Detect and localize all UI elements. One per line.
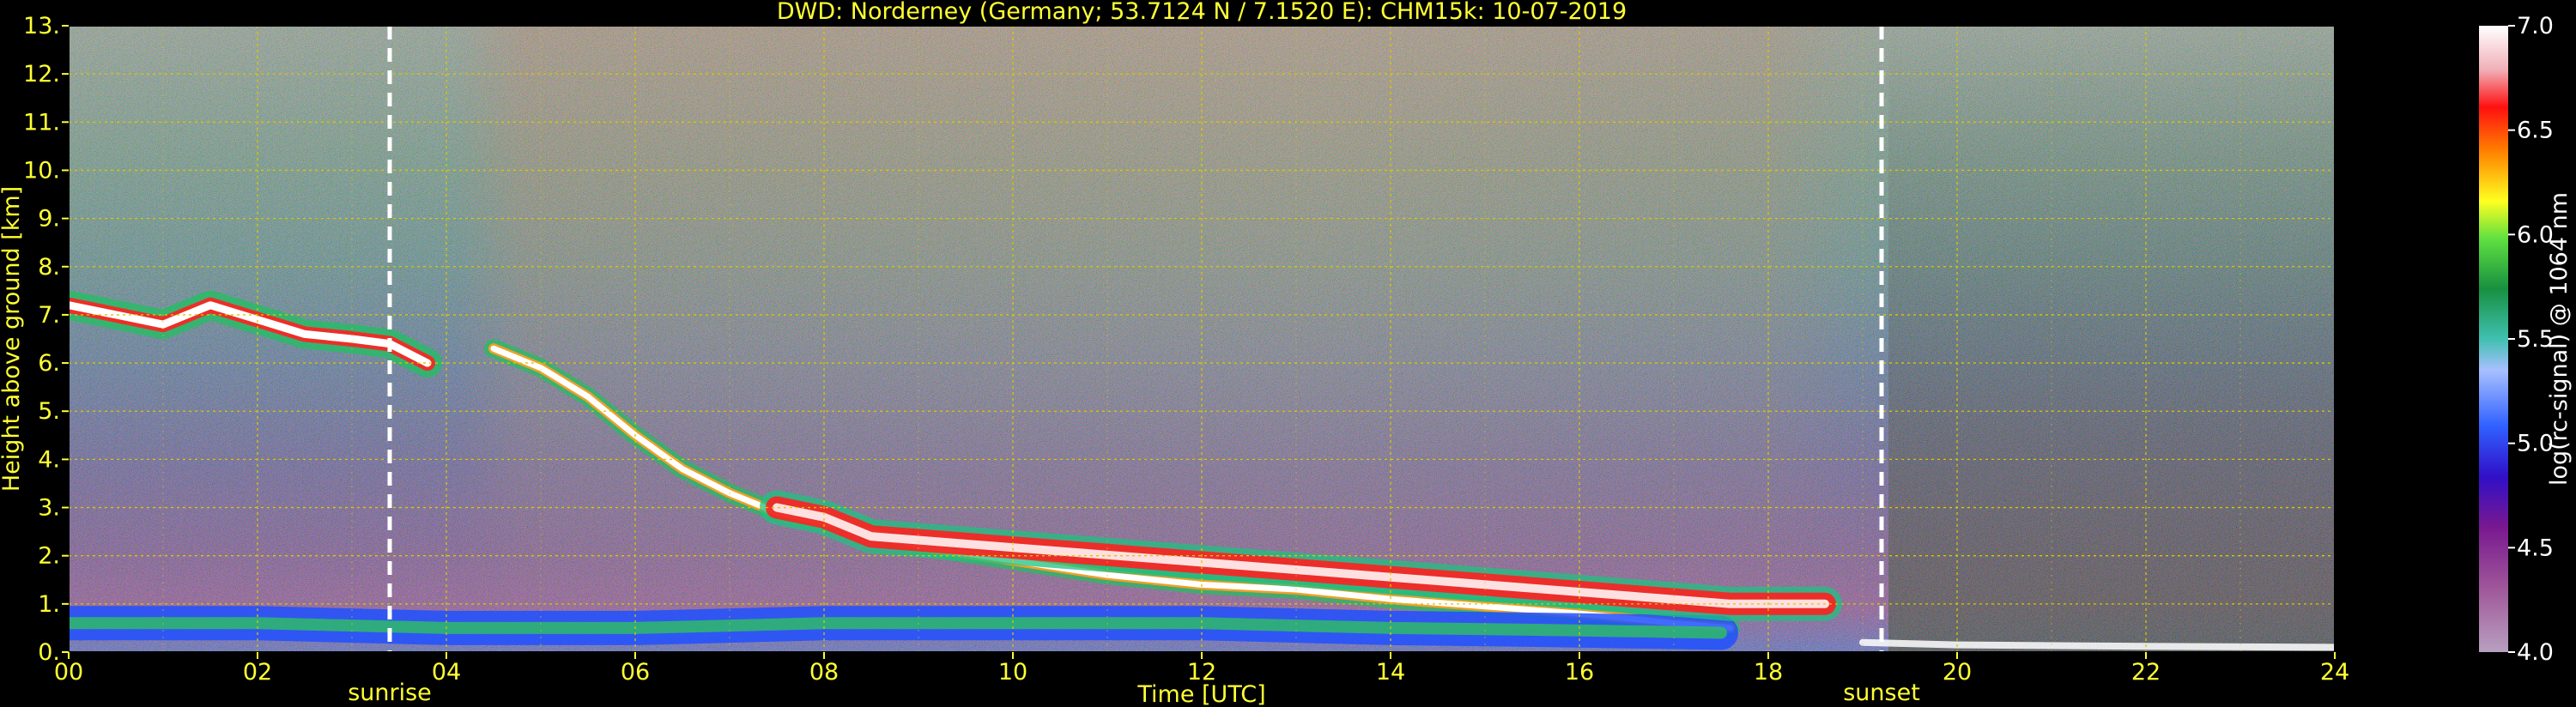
colorbar-tick-label: 6.5 [2517, 118, 2554, 144]
y-tick-label: 2. [38, 543, 60, 570]
colorbar [2479, 26, 2508, 652]
x-tick-label: 06 [621, 659, 650, 686]
x-tick-label: 08 [809, 659, 839, 686]
x-tick-label: 20 [1943, 659, 1972, 686]
y-tick-label: 8. [38, 254, 60, 281]
y-axis-ticks: 0.1.2.3.4.5.6.7.8.9.10.11.12.13. [23, 13, 69, 666]
y-tick-label: 1. [38, 591, 60, 618]
y-tick-label: 5. [38, 398, 60, 425]
colorbar-tick-label: 4.0 [2517, 639, 2554, 666]
x-tick-label: 10 [998, 659, 1027, 686]
colorbar-tick-label: 4.5 [2517, 535, 2554, 561]
y-tick-label: 9. [38, 206, 60, 233]
ceilometer-chart: 0.1.2.3.4.5.6.7.8.9.10.11.12.13. 00 02 04 0… [0, 0, 2573, 707]
sunset-label: sunset [1843, 680, 1920, 706]
sun-annotations: sunrise sunset [348, 680, 1920, 706]
colorbar-label: log(rc-signal) @ 1064 nm [2546, 192, 2573, 486]
x-tick-label: 04 [432, 659, 461, 686]
y-tick-label: 11. [23, 109, 60, 136]
x-tick-label: 22 [2131, 659, 2161, 686]
colorbar-tick-label: 7.0 [2517, 13, 2554, 39]
sunrise-label: sunrise [348, 680, 432, 706]
y-tick-label: 12. [23, 61, 60, 88]
x-tick-label: 18 [1754, 659, 1783, 686]
x-tick-label: 16 [1565, 659, 1594, 686]
x-tick-label: 02 [243, 659, 272, 686]
y-tick-label: 6. [38, 350, 60, 377]
y-tick-label: 10. [23, 157, 60, 184]
y-tick-label: 4. [38, 446, 60, 473]
chart-title: DWD: Norderney (Germany; 53.7124 N / 7.1… [777, 0, 1627, 25]
x-tick-label: 14 [1376, 659, 1405, 686]
x-axis-label: Time [UTC] [1136, 681, 1265, 707]
y-axis-label: Height above ground [km] [0, 186, 25, 492]
x-tick-label: 00 [54, 659, 83, 686]
y-tick-label: 13. [23, 13, 60, 39]
y-tick-label: 7. [38, 302, 60, 329]
y-tick-label: 3. [38, 495, 60, 522]
x-tick-label: 24 [2320, 659, 2349, 686]
